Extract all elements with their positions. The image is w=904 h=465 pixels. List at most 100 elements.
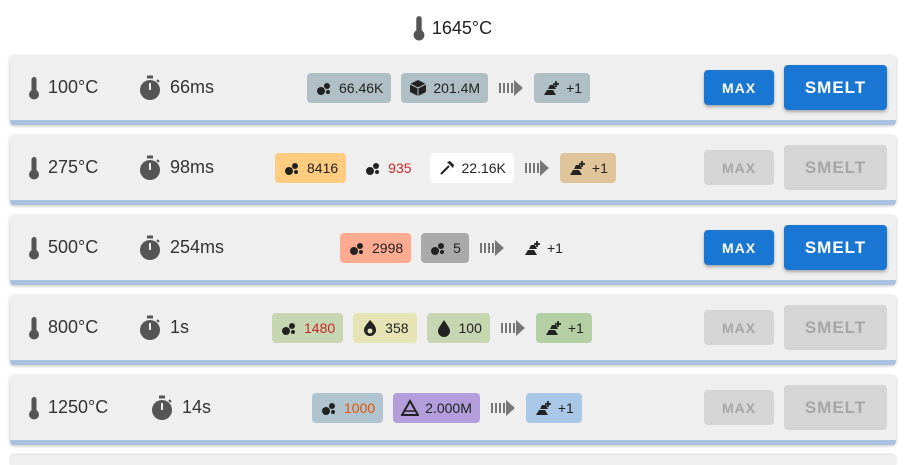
arrow-right-icon xyxy=(499,79,524,96)
input-ingredient-chip: 935 xyxy=(356,152,420,183)
temperature-value: 1250°C xyxy=(48,397,109,417)
input-ingredient-chip: 8416 xyxy=(275,152,347,183)
cube-icon xyxy=(410,79,427,96)
recipe-card: 1250°C 14s 1000 2.000M +1 MAX SMELT xyxy=(10,375,896,445)
recipe-ingredients: 66.46K 201.4M +1 xyxy=(307,55,591,120)
temperature-value: 275°C xyxy=(48,157,99,177)
ore-icon xyxy=(322,402,335,415)
ingredient-amount: 8416 xyxy=(307,159,339,176)
ingredient-amount: 2.000M xyxy=(425,399,472,416)
stopwatch-icon xyxy=(140,315,160,340)
output-product-chip: +1 xyxy=(525,392,582,423)
output-product-chip: +1 xyxy=(559,152,616,183)
input-ingredient-chip: 22.16K xyxy=(429,152,514,183)
ingredient-amount: 935 xyxy=(388,159,412,176)
max-button[interactable]: MAX xyxy=(704,230,774,265)
recipe-temperature: 500°C xyxy=(28,215,98,280)
drop-icon xyxy=(437,319,450,337)
recipe-ingredients: 1480 358 100 +1 xyxy=(272,295,592,360)
max-button[interactable]: MAX xyxy=(704,70,774,105)
recipe-temperature: 100°C xyxy=(28,55,98,120)
thermometer-icon xyxy=(413,16,425,41)
ingredient-amount: 66.46K xyxy=(339,79,384,96)
ingredient-amount: 22.16K xyxy=(461,159,506,176)
product-amount: +1 xyxy=(557,399,574,416)
stopwatch-icon xyxy=(152,395,172,420)
output-product-chip: +1 xyxy=(534,72,591,103)
arrow-right-icon xyxy=(479,239,504,256)
recipe-duration: 1s xyxy=(138,295,189,360)
arrow-right-icon xyxy=(500,319,525,336)
ingredient-amount: 100 xyxy=(458,319,482,336)
product-amount: +1 xyxy=(591,159,608,176)
max-button[interactable]: MAX xyxy=(704,150,774,185)
input-ingredient-chip: 1480 xyxy=(272,312,344,343)
recipe-card: 800°C 1s 1480 358 100 +1 MAX SMELT xyxy=(10,295,896,365)
input-ingredient-chip: 201.4M xyxy=(401,72,489,103)
pickaxe-icon xyxy=(439,160,454,175)
recipe-duration: 98ms xyxy=(138,135,214,200)
temperature-value: 800°C xyxy=(48,317,99,337)
thermometer-icon xyxy=(29,236,39,259)
input-ingredient-chip: 5 xyxy=(421,232,469,263)
recipe-ingredients: 2998 5 +1 xyxy=(340,215,571,280)
next-recipe-card-edge xyxy=(10,455,896,465)
flame-icon xyxy=(364,319,377,336)
smelt-button[interactable]: SMELT xyxy=(784,225,887,270)
output-product-chip: +1 xyxy=(514,232,571,263)
ingredient-amount: 1480 xyxy=(304,319,336,336)
product-amount: +1 xyxy=(566,79,583,96)
recipe-ingredients: 1000 2.000M +1 xyxy=(312,375,582,440)
ingot-icon xyxy=(544,80,560,95)
max-button[interactable]: MAX xyxy=(704,390,774,425)
recipe-temperature: 800°C xyxy=(28,295,98,360)
arrow-right-icon xyxy=(490,399,515,416)
stopwatch-icon xyxy=(140,235,160,260)
furnace-temperature-header: 1645°C xyxy=(0,14,904,42)
ingredient-amount: 1000 xyxy=(344,399,376,416)
recipe-duration: 66ms xyxy=(138,55,214,120)
product-amount: +1 xyxy=(567,319,584,336)
ingot-icon xyxy=(545,320,561,335)
output-product-chip: +1 xyxy=(535,312,592,343)
ore-icon xyxy=(431,242,445,255)
temperature-value: 500°C xyxy=(48,237,99,257)
recipe-duration: 254ms xyxy=(138,215,224,280)
thermometer-icon xyxy=(29,76,39,99)
stopwatch-icon xyxy=(140,155,160,180)
ingredient-amount: 5 xyxy=(453,239,461,256)
recipe-temperature: 1250°C xyxy=(28,375,108,440)
thermometer-icon xyxy=(29,316,39,339)
duration-value: 14s xyxy=(182,397,212,417)
max-button[interactable]: MAX xyxy=(704,310,774,345)
ingot-icon xyxy=(569,160,585,175)
smelt-button[interactable]: SMELT xyxy=(784,385,887,430)
duration-value: 66ms xyxy=(170,77,215,97)
recipe-card: 100°C 66ms 66.46K 201.4M +1 MAX SMELT xyxy=(10,55,896,125)
pile-icon xyxy=(401,398,420,416)
recipe-card: 275°C 98ms 8416 935 22.16K +1 MAX SMELT xyxy=(10,135,896,205)
smelt-button[interactable]: SMELT xyxy=(784,305,887,350)
ore-icon xyxy=(282,322,295,335)
ingredient-amount: 358 xyxy=(385,319,409,336)
ore-icon xyxy=(285,162,298,175)
temperature-value: 100°C xyxy=(48,77,99,97)
smelt-button[interactable]: SMELT xyxy=(784,65,887,110)
duration-value: 1s xyxy=(170,317,190,337)
ingot-icon xyxy=(535,400,551,415)
input-ingredient-chip: 1000 xyxy=(312,392,384,423)
duration-value: 98ms xyxy=(170,157,215,177)
ore-icon xyxy=(366,162,380,175)
arrow-right-icon xyxy=(524,159,549,176)
smelt-button[interactable]: SMELT xyxy=(784,145,887,190)
input-ingredient-chip: 2.000M xyxy=(393,392,480,423)
thermometer-icon xyxy=(29,156,39,179)
ore-icon xyxy=(317,82,330,95)
ore-icon xyxy=(350,242,363,255)
recipe-ingredients: 8416 935 22.16K +1 xyxy=(275,135,616,200)
recipe-duration: 14s xyxy=(150,375,211,440)
thermometer-icon xyxy=(29,396,39,419)
duration-value: 254ms xyxy=(170,237,225,257)
input-ingredient-chip: 66.46K xyxy=(307,72,392,103)
recipe-temperature: 275°C xyxy=(28,135,98,200)
